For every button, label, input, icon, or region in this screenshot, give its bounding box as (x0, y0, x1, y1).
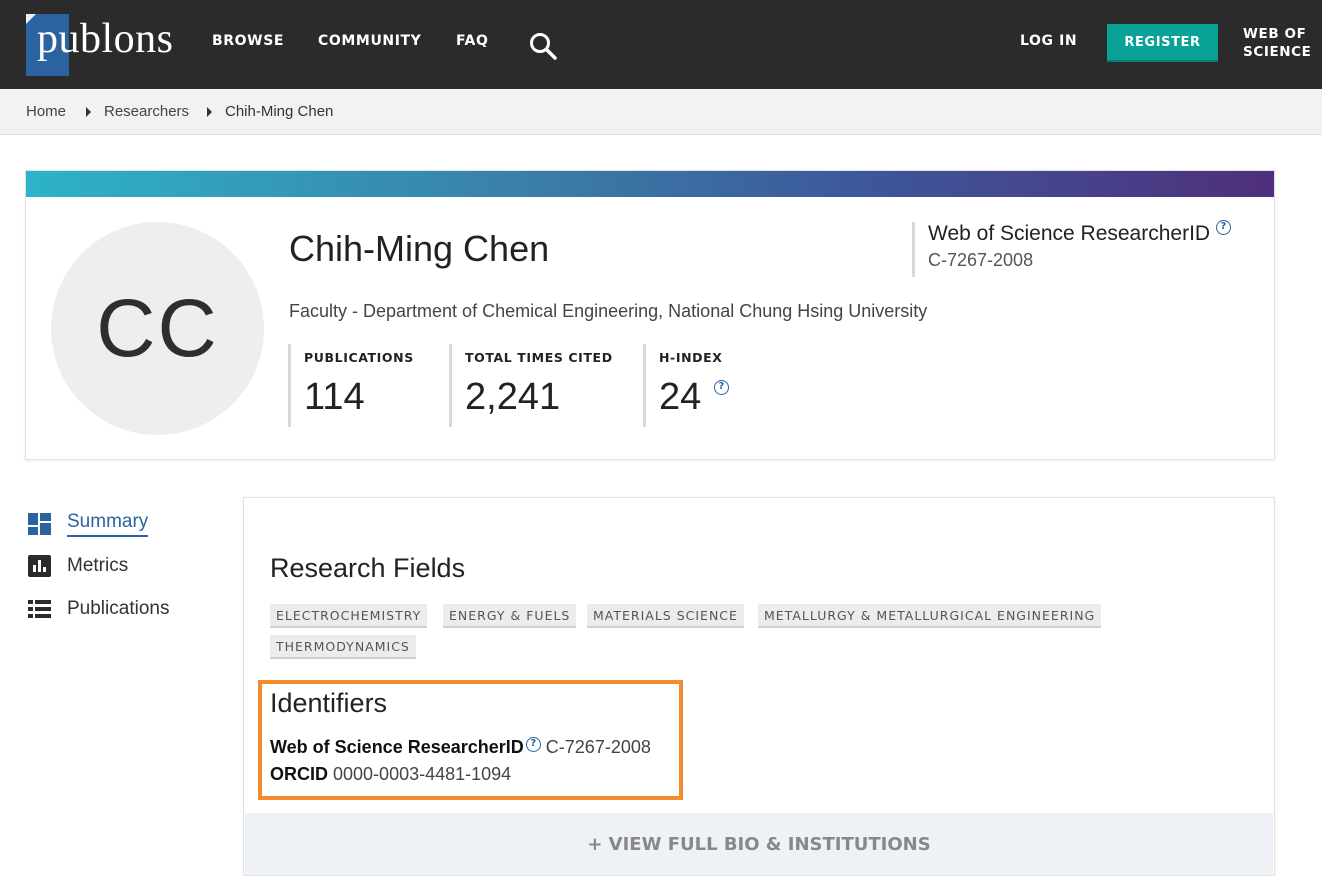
breadcrumb-current: Chih-Ming Chen (225, 103, 334, 120)
profile-header-bar (26, 171, 1274, 197)
field-tag[interactable]: THERMODYNAMICS (270, 635, 416, 659)
orcid-value[interactable]: 0000-0003-4481-1094 (333, 764, 511, 784)
help-icon[interactable]: ? (525, 737, 541, 752)
search-icon[interactable] (528, 31, 558, 61)
stat-h-index-value: 24 ? (659, 376, 729, 419)
researcher-position: Faculty - Department of Chemical Enginee… (289, 301, 928, 321)
list-icon (28, 600, 51, 618)
web-of-science-link[interactable]: WEB OF SCIENCE (1243, 25, 1322, 61)
chevron-right-icon (86, 107, 91, 117)
wos-link-line2: SCIENCE (1243, 44, 1312, 60)
help-icon[interactable]: ? (713, 380, 729, 395)
bar-chart-icon (28, 555, 51, 577)
nav-browse-link[interactable]: BROWSE (212, 33, 284, 49)
wos-researcher-id-row: Web of Science ResearcherID? C-7267-2008 (270, 737, 651, 758)
field-tag[interactable]: ENERGY & FUELS (443, 604, 577, 628)
breadcrumb-researchers[interactable]: Researchers (104, 103, 189, 120)
wos-link-line1: WEB OF (1243, 26, 1307, 42)
avatar: CC (51, 222, 264, 435)
researcher-id-title: Web of Science ResearcherID ? (928, 220, 1231, 246)
wos-id-label: Web of Science ResearcherID (270, 737, 524, 757)
sidebar-item-summary[interactable]: Summary (28, 511, 149, 537)
stat-publications-label: PUBLICATIONS (304, 350, 414, 365)
publons-logo[interactable]: publons (37, 13, 174, 65)
stat-publications-value: 114 (304, 376, 365, 418)
orcid-label: ORCID (270, 764, 328, 784)
dashboard-icon (28, 513, 51, 535)
stat-times-cited: TOTAL TIMES CITED 2,241 (449, 344, 629, 427)
top-nav-bar: publons BROWSE COMMUNITY FAQ LOG IN REGI… (0, 0, 1322, 89)
field-tag[interactable]: METALLURGY & METALLURGICAL ENGINEERING (758, 604, 1102, 628)
help-icon[interactable]: ? (1215, 220, 1231, 235)
breadcrumb: Home Researchers Chih-Ming Chen (0, 89, 1322, 135)
researcher-id-block: Web of Science ResearcherID ? C-7267-200… (912, 220, 1231, 277)
profile-card: CC Chih-Ming Chen Faculty - Department o… (25, 170, 1275, 460)
register-button[interactable]: REGISTER (1107, 24, 1218, 60)
identifiers-title: Identifiers (270, 688, 388, 718)
researcher-id-value: C-7267-2008 (928, 250, 1034, 270)
view-full-bio-button[interactable]: + VIEW FULL BIO & INSTITUTIONS (245, 813, 1273, 875)
wos-id-value: C-7267-2008 (545, 737, 651, 757)
h-index-number: 24 (659, 376, 702, 418)
nav-faq-link[interactable]: FAQ (456, 33, 489, 49)
sidebar-item-label: Metrics (67, 555, 129, 576)
chevron-right-icon (207, 107, 212, 117)
stat-times-cited-label: TOTAL TIMES CITED (465, 350, 613, 365)
stat-h-index-label: H-INDEX (659, 350, 723, 365)
field-tag[interactable]: MATERIALS SCIENCE (587, 604, 744, 628)
research-fields-title: Research Fields (270, 553, 466, 583)
sidebar-item-label: Summary (67, 511, 149, 537)
researcher-name: Chih-Ming Chen (289, 228, 550, 269)
sidebar-item-label: Publications (67, 598, 170, 619)
sidebar-item-metrics[interactable]: Metrics (28, 555, 128, 577)
login-link[interactable]: LOG IN (1020, 33, 1077, 49)
breadcrumb-home[interactable]: Home (26, 103, 66, 120)
researcher-id-label: Web of Science ResearcherID (928, 222, 1211, 245)
field-tag[interactable]: ELECTROCHEMISTRY (270, 604, 428, 628)
stat-publications: PUBLICATIONS 114 (288, 344, 438, 427)
summary-panel: Research Fields ELECTROCHEMISTRY ENERGY … (243, 497, 1275, 876)
stat-h-index: H-INDEX 24 ? (643, 344, 763, 427)
stat-times-cited-value: 2,241 (465, 376, 561, 418)
sidebar-item-publications[interactable]: Publications (28, 598, 169, 620)
nav-community-link[interactable]: COMMUNITY (318, 33, 421, 49)
orcid-row: ORCID 0000-0003-4481-1094 (270, 764, 511, 785)
